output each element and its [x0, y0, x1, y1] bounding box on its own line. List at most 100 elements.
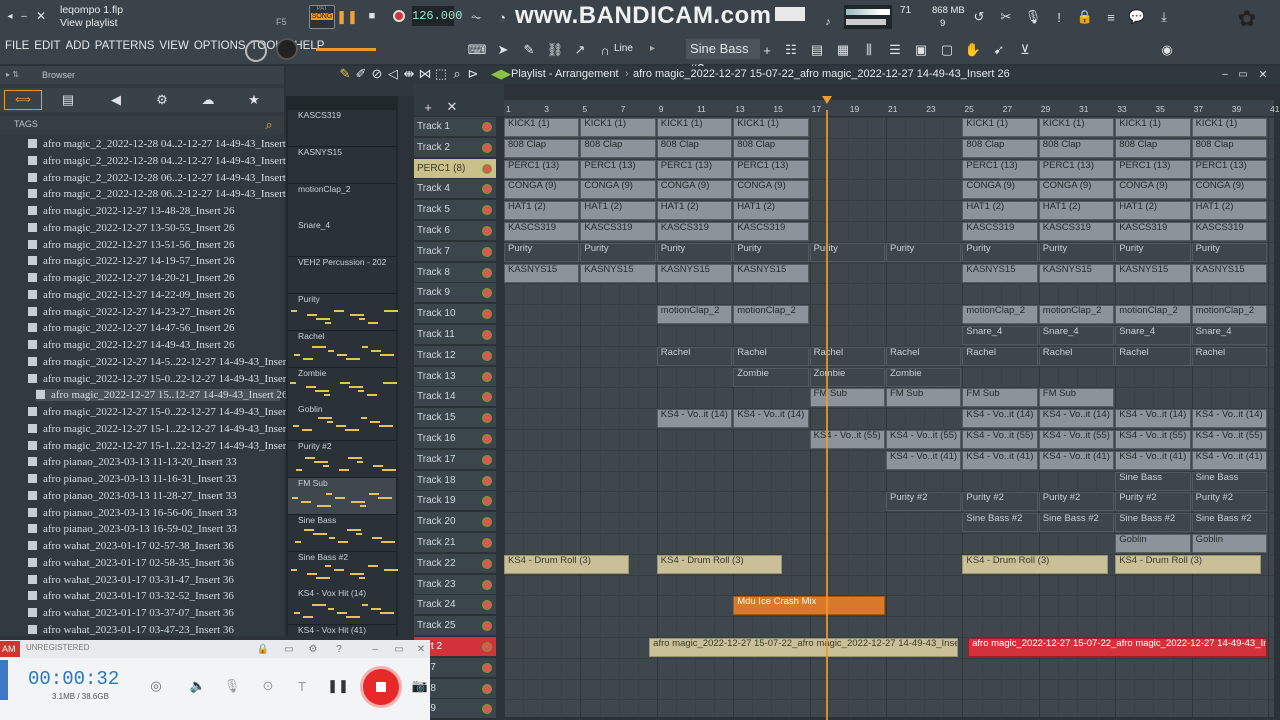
playlist-clip[interactable]: Goblin	[1191, 534, 1267, 553]
playlist-clip[interactable]: PERC1 (13)	[580, 159, 656, 179]
playlist-clip[interactable]: KASNYS15	[962, 263, 1038, 283]
browser-item[interactable]: afro wahat_2023-01-17 03-32-52_Insert 36	[28, 590, 234, 602]
track-header[interactable]: Track 9	[414, 283, 496, 304]
track-record-dot[interactable]	[483, 622, 491, 631]
mic-icon[interactable]: 🎙	[1024, 8, 1042, 26]
link-icon[interactable]: ⛓	[547, 42, 564, 58]
track-header[interactable]: Track 24	[414, 595, 496, 616]
rec-cursor-icon[interactable]: ⊙	[258, 676, 278, 696]
playlist-clip[interactable]: Sine Bass #2	[1191, 513, 1267, 533]
track-record-dot[interactable]	[483, 580, 491, 589]
playlist-clip[interactable]: Rachel	[1115, 346, 1191, 366]
track-header[interactable]: Track 12	[414, 345, 496, 366]
playlist-clip[interactable]: KICK1 (1)	[1191, 118, 1267, 137]
playlist-clip[interactable]: Purity	[656, 242, 733, 262]
menu-edit[interactable]: EDIT	[34, 40, 60, 52]
playlist-clip[interactable]: KS4 - Vo..it (55)	[809, 430, 885, 449]
playlist-clip[interactable]: CONGA (9)	[1038, 180, 1115, 200]
playlist-clip[interactable]: KICK1 (1)	[962, 118, 1038, 137]
delete-tool-icon[interactable]: ⊘	[370, 66, 384, 81]
browser-item[interactable]: afro magic_2_2022-12-28 04..2-12-27 14-4…	[28, 138, 300, 150]
playlist-clip[interactable]: FM Sub	[962, 388, 1038, 408]
browser-files-icon[interactable]: ▤	[60, 92, 76, 108]
track-header[interactable]: Track 10	[414, 304, 496, 325]
playlist-clip[interactable]: KICK1 (1)	[580, 118, 656, 137]
playlist-clip[interactable]: PERC1 (13)	[1115, 159, 1191, 179]
lock-icon[interactable]: 🔒	[1076, 8, 1094, 26]
track-header[interactable]: Track 8	[414, 262, 496, 283]
playlist-min-icon[interactable]: –	[1218, 67, 1232, 81]
browser-arrow-icon[interactable]: ▸ ⇅	[6, 70, 19, 79]
track-record-dot[interactable]	[483, 435, 491, 443]
channel-pattern[interactable]: Rachel	[288, 330, 396, 368]
track-record-dot[interactable]	[483, 539, 491, 547]
track-record-dot[interactable]	[483, 643, 491, 651]
track-header[interactable]: Track 21	[414, 533, 496, 553]
playlist-clip[interactable]: KASCS319	[1191, 222, 1267, 241]
track-record-dot[interactable]	[483, 684, 491, 693]
channel-pattern[interactable]: FM Sub	[288, 478, 396, 515]
playlist-clip[interactable]: motionClap_2	[733, 305, 809, 325]
channel-pattern[interactable]: Purity	[288, 294, 398, 331]
magnet-icon[interactable]: ∩	[597, 42, 613, 58]
playlist-clip[interactable]: HAT1 (2)	[1191, 201, 1267, 221]
playlist-clip[interactable]: Zombie	[733, 367, 809, 387]
playlist-clip[interactable]: KS4 - Vo..it (14)	[1038, 409, 1115, 429]
undo-icon[interactable]: ↺	[970, 8, 988, 26]
playlist-clip[interactable]: KS4 - Vo..it (41)	[1115, 450, 1191, 470]
playlist-clip[interactable]: 808 Clap	[962, 138, 1038, 158]
playlist-clip[interactable]: CONGA (9)	[1115, 180, 1191, 200]
playlist-clip[interactable]: Rachel	[656, 346, 733, 366]
playlist-clip[interactable]: KASCS319	[504, 222, 580, 241]
rec-help-icon[interactable]: ?	[332, 642, 346, 656]
playlist-clip[interactable]: KASCS319	[962, 222, 1038, 241]
browser-item[interactable]: afro magic_2022-12-27 14-5..22-12-27 14-…	[28, 356, 303, 368]
playlist-clip[interactable]: 808 Clap	[1191, 138, 1267, 158]
playlist-clip[interactable]: Snare_4	[1038, 326, 1115, 345]
track-record-dot[interactable]	[483, 247, 491, 256]
playlist-clip[interactable]: KS4 - Vo..it (14)	[733, 409, 809, 429]
track-record-dot[interactable]	[483, 518, 491, 527]
playlist-clip[interactable]: Purity	[886, 242, 962, 262]
menu-arrow-icon[interactable]: ◂	[4, 10, 16, 22]
track-record-dot[interactable]	[483, 476, 491, 485]
playlist-clip[interactable]: Purity	[809, 242, 885, 262]
track-header[interactable]: Track 14	[414, 387, 496, 408]
timeline-ruler[interactable]: 1 3 5 7 9 11 13 15 17 19 21 23 25 27 29 31 33 35 37 39 41	[504, 100, 1279, 116]
playlist-clip[interactable]: KS4 - Drum Roll (3)	[1115, 554, 1262, 574]
playlist-clip[interactable]: CONGA (9)	[962, 180, 1038, 200]
metronome-icon[interactable]: ⏦	[468, 9, 484, 25]
track-record-dot[interactable]	[483, 663, 491, 672]
playlist-clip[interactable]: KASNYS15	[1191, 263, 1267, 283]
playback-tool-icon[interactable]: ⊳	[466, 66, 480, 81]
track-record-dot[interactable]	[483, 559, 491, 568]
playlist-clip[interactable]: KASNYS15	[1115, 263, 1191, 283]
select-tool-icon[interactable]: ✎	[338, 66, 352, 81]
playlist-clip[interactable]: PERC1 (13)	[733, 159, 809, 179]
playlist-clip[interactable]: Snare_4	[962, 326, 1038, 345]
playlist-clip[interactable]: Rachel	[809, 346, 885, 366]
playlist-clip[interactable]: PERC1 (13)	[1038, 159, 1115, 179]
close-icon[interactable]: ✕	[34, 9, 48, 23]
track-header[interactable]: Track 22	[414, 553, 496, 574]
track-record-dot[interactable]	[483, 310, 491, 319]
playlist-clip[interactable]: KS4 - Vo..it (14)	[656, 409, 733, 429]
browser-item[interactable]: afro magic_2022-12-27 15-1..22-12-27 14-…	[28, 440, 303, 452]
playlist-clip[interactable]: 808 Clap	[1115, 138, 1191, 158]
playlist-clip[interactable]: PERC1 (13)	[1191, 159, 1267, 179]
track-record-dot[interactable]	[483, 393, 491, 402]
slice-tool-icon[interactable]: ⋈	[418, 66, 432, 81]
playlist-clip[interactable]: Mdu Ice Crash Mix	[733, 596, 885, 616]
track-header[interactable]: Track 19	[414, 491, 496, 512]
playlist-clip[interactable]: Purity	[962, 242, 1038, 262]
track-record-dot[interactable]	[483, 372, 491, 381]
browser-item[interactable]: afro magic_2022-12-27 14-19-57_Insert 26	[28, 255, 235, 267]
playlist-clip[interactable]: Zombie	[886, 367, 962, 387]
playlist-clip[interactable]: HAT1 (2)	[733, 201, 809, 221]
playlist-clip[interactable]: Purity #2	[962, 492, 1038, 512]
menu-add[interactable]: ADD	[66, 40, 90, 52]
playlist-clip[interactable]: KS4 - Vo..it (55)	[1115, 430, 1191, 449]
track-record-dot[interactable]	[483, 164, 491, 173]
playlist-clip[interactable]: motionClap_2	[656, 305, 733, 325]
track-header[interactable]: Track 2	[414, 137, 496, 158]
